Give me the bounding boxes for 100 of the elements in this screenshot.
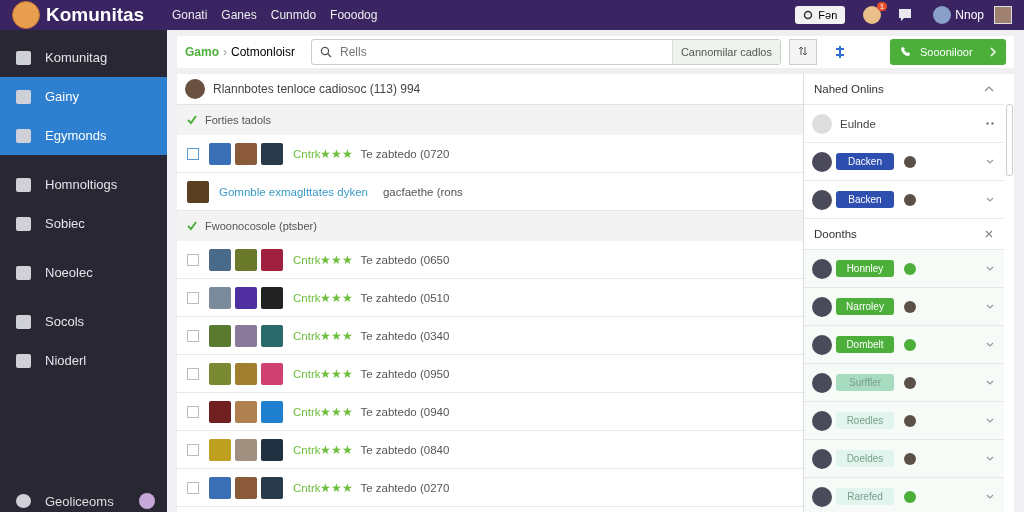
avatar <box>185 79 205 99</box>
photo-placeholder <box>235 362 257 385</box>
breadcrumb-current: Cotmonloisr <box>231 45 296 59</box>
sidebar-item[interactable]: Egymonds <box>0 116 167 155</box>
group-header[interactable]: Fwoonocosole (ptsber) <box>177 211 803 241</box>
row-text: Te zabtedo (0650 <box>360 253 450 266</box>
chat-icon[interactable] <box>897 7 914 23</box>
photo-placeholder <box>235 286 257 309</box>
avatar <box>812 410 832 431</box>
panel-title: Doonths <box>814 228 857 240</box>
user-name[interactable]: Nnop <box>955 8 984 22</box>
checkbox[interactable] <box>187 481 199 494</box>
phone-icon <box>900 46 912 58</box>
photo-placeholder <box>994 6 1012 24</box>
filter-button[interactable]: Cannomilar cadlos <box>671 40 780 64</box>
photo-placeholder <box>187 180 209 203</box>
menu-item-icon <box>16 177 31 192</box>
menu-item-icon <box>16 353 31 368</box>
caret-icon[interactable] <box>986 417 994 424</box>
caret-icon[interactable] <box>986 303 994 310</box>
rating-text: Cntrk★★★ <box>293 442 354 457</box>
caret-icon[interactable] <box>986 158 994 165</box>
user-icon <box>16 494 31 508</box>
caret-icon[interactable] <box>986 455 994 462</box>
photo-placeholder <box>209 324 231 347</box>
checkbox[interactable] <box>187 253 199 266</box>
sidebar-item[interactable]: Homnoltiogs <box>0 165 167 204</box>
caret-icon[interactable] <box>986 493 994 500</box>
search-field[interactable]: Rells Cannomilar cadlos <box>311 39 781 65</box>
checkbox[interactable] <box>187 405 199 418</box>
sort-button[interactable] <box>789 39 817 65</box>
sidebar-footer-label[interactable]: Geoliceoms <box>45 493 114 509</box>
menu-item-icon <box>16 89 31 104</box>
nav-link[interactable]: Gonati <box>172 8 208 22</box>
photo-placeholder <box>209 248 231 271</box>
sidebar-item[interactable]: Sobiec <box>0 204 167 243</box>
checkbox[interactable] <box>187 367 199 380</box>
nav-link[interactable]: Cunmdo <box>270 8 317 22</box>
search-icon <box>803 10 814 20</box>
caret-icon[interactable] <box>986 196 994 203</box>
nav-link[interactable]: Ganes <box>221 8 257 22</box>
rating-text: Cntrk★★★ <box>293 146 354 161</box>
close-icon[interactable] <box>984 229 994 239</box>
row-text: Te zabtedo (0840 <box>360 443 450 456</box>
row-text: Te zahtedo (0270 <box>360 481 450 494</box>
rating-text: Cntrk★★★ <box>293 480 354 495</box>
avatar <box>812 334 832 355</box>
member-name: Eulnde <box>840 117 876 130</box>
menu-item-icon <box>16 128 31 143</box>
more-icon[interactable] <box>986 122 994 125</box>
row-text: Te zahtedo (0340 <box>360 329 450 342</box>
caret-icon[interactable] <box>986 379 994 386</box>
photo-placeholder <box>261 248 283 271</box>
photo-placeholder <box>209 142 231 165</box>
chevron-up-icon[interactable] <box>984 84 994 94</box>
photo-placeholder <box>235 400 257 423</box>
rating-text: Cntrk★★★ <box>293 328 354 343</box>
avatar <box>812 258 832 279</box>
caret-icon[interactable] <box>986 265 994 272</box>
photo-placeholder <box>261 142 283 165</box>
menu-item-icon <box>16 265 31 280</box>
nav-link[interactable]: Fooodog <box>330 8 378 22</box>
member-tag[interactable]: Dacken <box>836 153 894 170</box>
checkbox[interactable] <box>187 291 199 304</box>
caret-icon[interactable] <box>986 341 994 348</box>
sort-icon <box>798 46 808 56</box>
group-header[interactable]: Forties tadols <box>177 105 803 135</box>
avatar <box>812 151 832 172</box>
checkbox[interactable] <box>187 443 199 456</box>
avatar <box>812 296 832 317</box>
checkbox[interactable] <box>187 147 199 160</box>
photo-placeholder <box>261 438 283 461</box>
sidebar-item[interactable]: Socols <box>0 302 167 341</box>
list-heading: Rlannbotes tenloce cadiosoc (113) 994 <box>213 82 421 96</box>
member-tag[interactable]: Backen <box>836 191 894 208</box>
check-icon <box>187 115 197 125</box>
sidebar-item[interactable]: Gainy <box>0 77 167 116</box>
sidebar-item[interactable]: Noeolec <box>0 253 167 292</box>
sidebar-item[interactable]: Komunitag <box>0 38 167 77</box>
avatar <box>812 486 832 507</box>
checkbox[interactable] <box>187 329 199 342</box>
menu-item-icon <box>16 314 31 329</box>
row-text: Te zahtedo (0950 <box>360 367 450 380</box>
badge-icon <box>139 493 155 509</box>
rating-text: Cntrk★★★ <box>293 290 354 305</box>
notification-icon[interactable] <box>863 6 882 24</box>
photo-placeholder <box>209 400 231 423</box>
panel-title: Nahed Onlins <box>814 83 884 95</box>
sliders-icon[interactable] <box>833 45 847 59</box>
search-button[interactable]: Fən <box>795 6 846 24</box>
scrollbar-thumb[interactable] <box>1005 104 1013 176</box>
photo-placeholder <box>235 324 257 347</box>
photo-placeholder <box>261 362 283 385</box>
photo-placeholder <box>235 438 257 461</box>
user-avatar[interactable] <box>933 6 952 24</box>
sidebar-item[interactable]: Nioderl <box>0 341 167 380</box>
photo-placeholder <box>209 476 231 499</box>
breadcrumb-separator: › <box>223 45 227 59</box>
photo-placeholder <box>235 142 257 165</box>
chevron-right-icon <box>990 47 996 57</box>
